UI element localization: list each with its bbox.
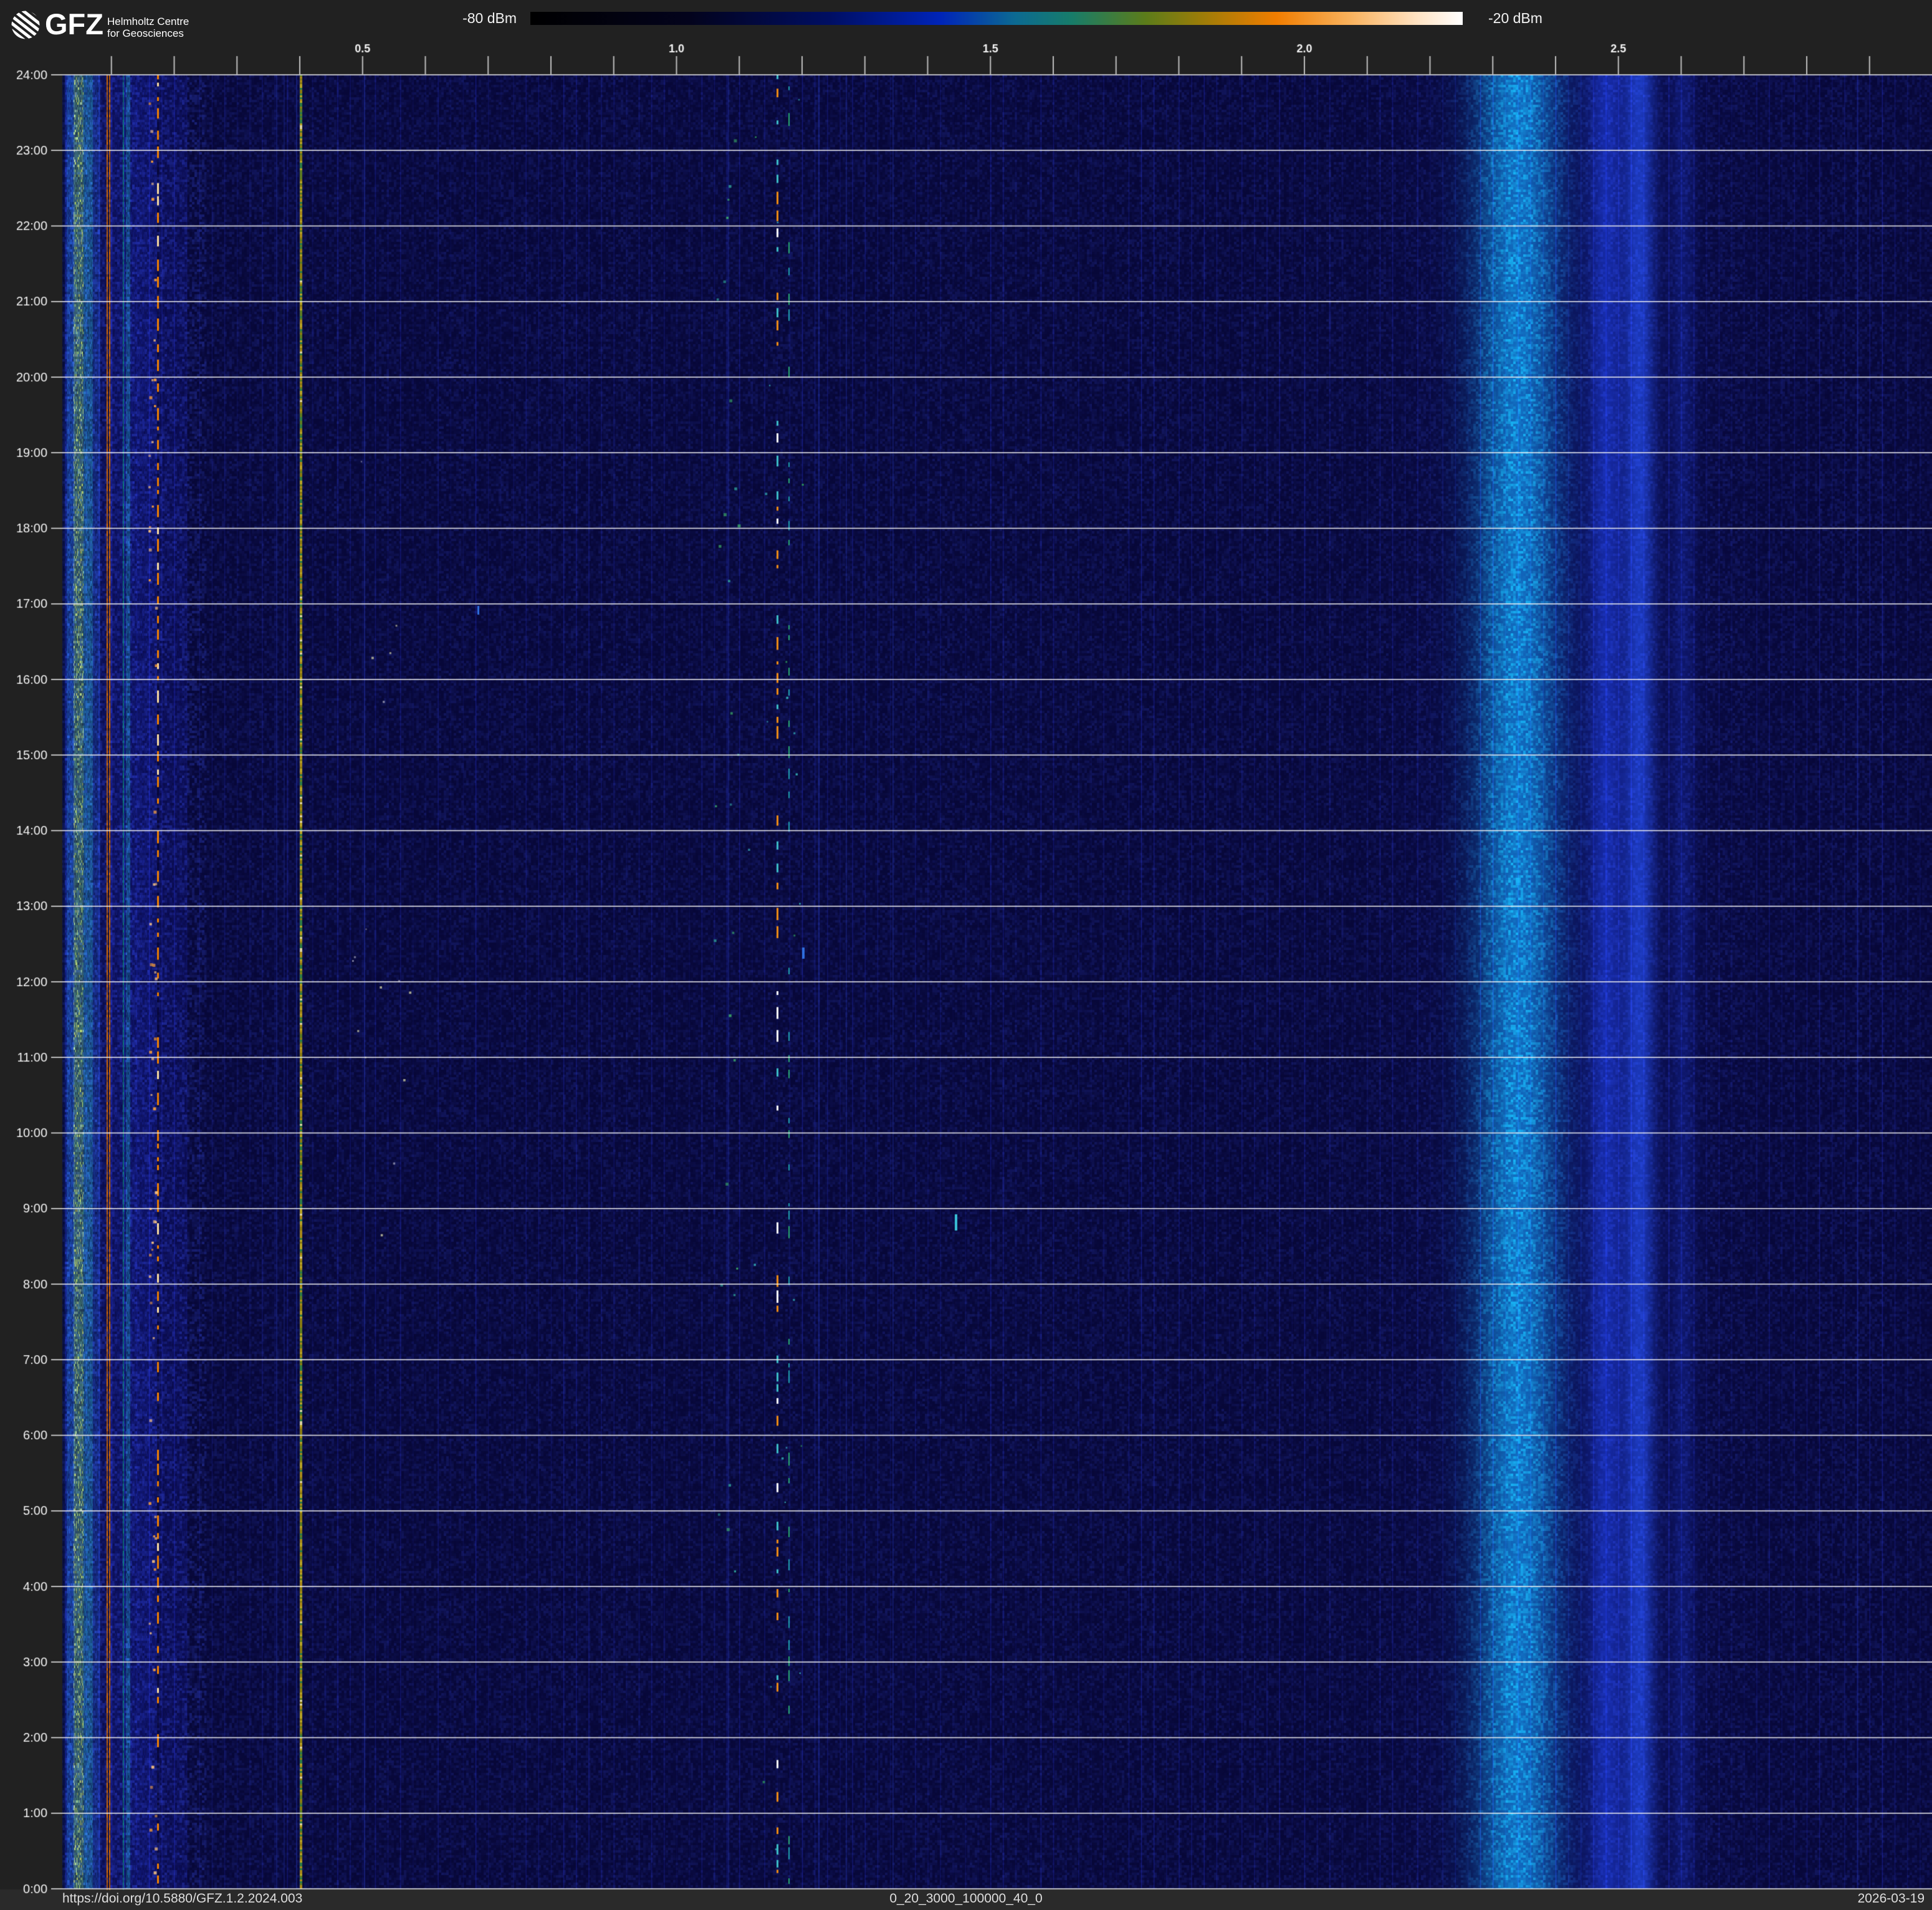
colorbar-gradient: [530, 12, 1463, 25]
gfz-globe-icon: [11, 11, 40, 39]
logo-subtitle: Helmholtz Centre for Geosciences: [107, 16, 189, 39]
gfz-logo: [11, 11, 40, 42]
spectrogram-page: { "header": { "logo": { "text": "GFZ", "…: [0, 0, 1932, 1910]
colorbar-max-label: -20 dBm: [1488, 10, 1542, 26]
colorbar-min-label: -80 dBm: [404, 10, 517, 26]
logo-subtitle-line2: for Geosciences: [107, 27, 189, 39]
logo-subtitle-line1: Helmholtz Centre: [107, 16, 189, 27]
footer-date: 2026-03-19: [1858, 1891, 1925, 1907]
footer-dataset-id: 0_20_3000_100000_40_0: [0, 1891, 1932, 1907]
spectrogram-canvas: [0, 0, 1932, 1910]
logo-wordmark: GFZ: [45, 10, 103, 39]
